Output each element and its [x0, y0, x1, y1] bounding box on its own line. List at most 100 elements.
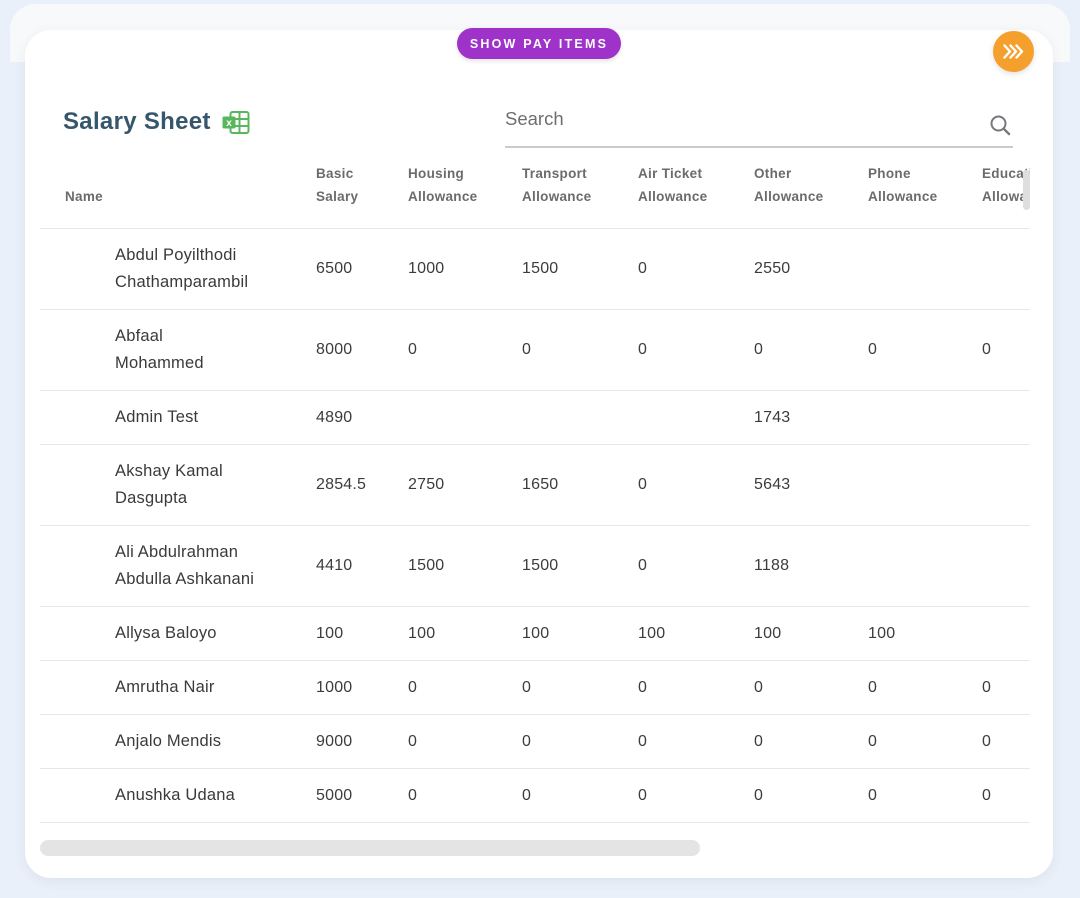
- salary-sheet-card: Salary Sheet x: [25, 30, 1053, 878]
- table-row[interactable]: Anushka Udana5000000000: [40, 769, 1030, 823]
- cell-value: 0: [982, 774, 1030, 818]
- cell-value: 1000: [408, 247, 522, 291]
- cell-value: 100: [522, 612, 638, 656]
- cell-value: 0: [868, 774, 982, 818]
- cell-value: 1000: [316, 666, 408, 710]
- employee-name: Allysa Baloyo: [40, 607, 316, 660]
- column-header: Phone Allowance: [868, 162, 982, 208]
- cell-value: 1500: [408, 544, 522, 588]
- cell-value: 9000: [316, 720, 408, 764]
- cell-value: 2550: [754, 247, 868, 291]
- excel-spreadsheet-icon: x: [222, 110, 250, 135]
- cell-value: [868, 256, 982, 282]
- table-row[interactable]: Ali Abdulrahman Abdulla Ashkanani4410150…: [40, 526, 1030, 607]
- cell-value: 0: [982, 666, 1030, 710]
- cell-value: 1743: [754, 396, 868, 440]
- horizontal-scrollbar-thumb[interactable]: [40, 840, 700, 856]
- cell-value: 100: [868, 612, 982, 656]
- cell-value: 5643: [754, 463, 868, 507]
- table-row[interactable]: Abdul Poyilthodi Chathamparambil65001000…: [40, 229, 1030, 310]
- cell-value: [982, 472, 1030, 498]
- employee-name: Anjalo Mendis: [40, 715, 316, 768]
- table-row[interactable]: Amrutha Nair1000000000: [40, 661, 1030, 715]
- cell-value: 1650: [522, 463, 638, 507]
- cell-value: 5000: [316, 774, 408, 818]
- column-header: Other Allowance: [754, 162, 868, 208]
- cell-value: 0: [868, 720, 982, 764]
- employee-name: Abdul Poyilthodi Chathamparambil: [40, 229, 316, 309]
- cell-value: 0: [638, 328, 754, 372]
- cell-value: 0: [638, 463, 754, 507]
- table-body: Abdul Poyilthodi Chathamparambil65001000…: [40, 229, 1030, 823]
- column-header: Air Ticket Allowance: [638, 162, 754, 208]
- employee-name: Amrutha Nair: [40, 661, 316, 714]
- cell-value: [868, 472, 982, 498]
- table-row[interactable]: Admin Test4890 1743: [40, 391, 1030, 445]
- employee-name: Akshay Kamal Dasgupta: [40, 445, 316, 525]
- table-row[interactable]: Allysa Baloyo100100100100100100: [40, 607, 1030, 661]
- svg-text:x: x: [226, 118, 232, 129]
- table-row[interactable]: Akshay Kamal Dasgupta2854.52750165005643: [40, 445, 1030, 526]
- employee-name: Admin Test: [40, 391, 316, 444]
- cell-value: 2750: [408, 463, 522, 507]
- cell-value: 0: [522, 774, 638, 818]
- cell-value: 0: [408, 328, 522, 372]
- cell-value: 0: [754, 774, 868, 818]
- employee-name: Ali Abdulrahman Abdulla Ashkanani: [40, 526, 316, 606]
- cell-value: 0: [754, 720, 868, 764]
- search-icon[interactable]: [989, 114, 1011, 136]
- cell-value: 2854.5: [316, 463, 408, 507]
- cell-value: 4890: [316, 396, 408, 440]
- cell-value: 1500: [522, 544, 638, 588]
- cell-value: 0: [754, 666, 868, 710]
- employee-name: Abfaal Mohammed: [40, 310, 316, 390]
- cell-value: [982, 405, 1030, 431]
- cell-value: 100: [638, 612, 754, 656]
- cell-value: 0: [982, 720, 1030, 764]
- cell-value: 0: [638, 544, 754, 588]
- vertical-scrollbar-thumb[interactable]: [1023, 170, 1030, 210]
- column-header: Basic Salary: [316, 162, 408, 208]
- show-pay-items-button[interactable]: SHOW PAY ITEMS: [457, 28, 621, 59]
- column-header: Transport Allowance: [522, 162, 638, 208]
- cell-value: [522, 405, 638, 431]
- cell-value: 0: [408, 774, 522, 818]
- cell-value: [638, 405, 754, 431]
- cell-value: 1500: [522, 247, 638, 291]
- search-input[interactable]: [505, 108, 979, 130]
- cell-value: [408, 405, 522, 431]
- table-row[interactable]: Anjalo Mendis9000000000: [40, 715, 1030, 769]
- cell-value: 0: [522, 328, 638, 372]
- expand-panel-button[interactable]: [993, 31, 1034, 72]
- cell-value: 0: [868, 666, 982, 710]
- cell-value: 0: [522, 720, 638, 764]
- cell-value: 0: [408, 720, 522, 764]
- column-header: Housing Allowance: [408, 162, 522, 208]
- cell-value: 0: [638, 720, 754, 764]
- export-excel-button[interactable]: x: [222, 110, 250, 135]
- cell-value: 0: [754, 328, 868, 372]
- cell-value: 100: [316, 612, 408, 656]
- search-field: [505, 108, 1013, 148]
- cell-value: [982, 621, 1030, 647]
- cell-value: 0: [982, 328, 1030, 372]
- cell-value: 0: [408, 666, 522, 710]
- cell-value: 0: [638, 774, 754, 818]
- cell-value: 4410: [316, 544, 408, 588]
- cell-value: 0: [522, 666, 638, 710]
- cell-value: [982, 256, 1030, 282]
- cell-value: [982, 553, 1030, 579]
- cell-value: 0: [638, 666, 754, 710]
- cell-value: 0: [868, 328, 982, 372]
- table-row[interactable]: Abfaal Mohammed8000000000: [40, 310, 1030, 391]
- cell-value: 6500: [316, 247, 408, 291]
- employee-name: Anushka Udana: [40, 769, 316, 822]
- cell-value: 1188: [754, 544, 868, 588]
- card-header: Salary Sheet x: [63, 96, 1013, 148]
- table-header-row: NameBasic SalaryHousing AllowanceTranspo…: [40, 156, 1030, 229]
- cell-value: 8000: [316, 328, 408, 372]
- column-header: Name: [40, 185, 316, 208]
- cell-value: 100: [754, 612, 868, 656]
- cell-value: [868, 553, 982, 579]
- triple-chevron-right-icon: [1003, 44, 1024, 59]
